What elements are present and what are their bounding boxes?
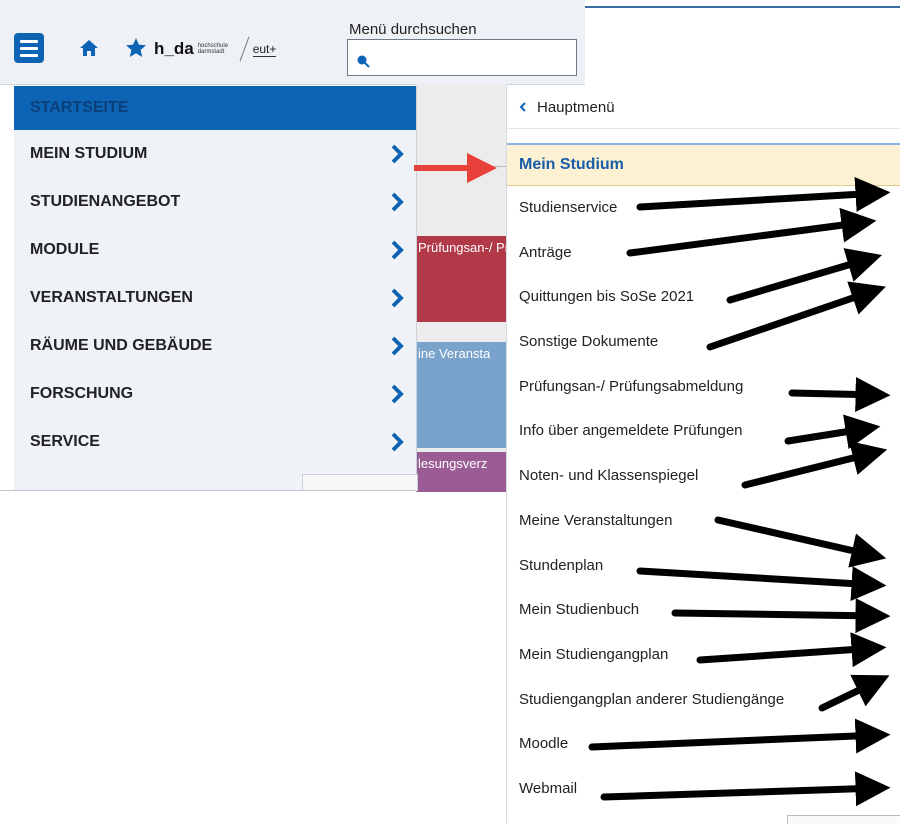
eut-logo: eut+ [252,41,277,57]
submenu-item-sonstige-dokumente[interactable]: Sonstige Dokumente [507,320,900,365]
menu-item-label: MEIN STUDIUM [30,145,148,162]
chevron-right-icon [391,336,404,356]
submenu-item-pruefungsanmeldung[interactable]: Prüfungsan-/ Prüfungsabmeldung [507,365,900,410]
background-divider [416,166,506,167]
submenu-item-quittungen[interactable]: Quittungen bis SoSe 2021 [507,275,900,320]
menu-item-label: VERANSTALTUNGEN [30,289,193,306]
submenu-item-moodle[interactable]: Moodle [507,722,900,767]
main-menu: STARTSEITE MEIN STUDIUM STUDIENANGEBOT M… [14,86,418,491]
submenu-item-antraege[interactable]: Anträge [507,231,900,276]
submenu-item-webmail[interactable]: Webmail [507,767,900,812]
logo-subtitle: hochschule darmstadt [197,43,229,55]
back-label: Hauptmenü [537,98,615,116]
tile-vorlesungsverzeichnis[interactable]: lesungsverz [416,452,506,492]
submenu-item-studiengangplan-andere[interactable]: Studiengangplan anderer Studiengänge [507,678,900,723]
top-header: h_da hochschule darmstadt eut+ Menü durc… [0,0,585,85]
chevron-left-icon [519,102,526,112]
logo-main-text: h_da [154,39,194,58]
back-to-main-menu[interactable]: Hauptmenü [507,86,900,129]
chevron-right-icon [391,192,404,212]
tile-label: lesungsverz [418,456,488,471]
tile-meine-veranstaltungen[interactable]: ine Veransta [416,342,506,448]
menu-bottom-divider [0,490,416,491]
menu-item-label: FORSCHUNG [30,385,134,402]
background-page: Prüfungsan-/ Pr ine Veransta lesungsverz [416,84,506,492]
submenu-item-stundenplan[interactable]: Stundenplan [507,544,900,589]
chevron-right-icon [391,432,404,452]
menu-item-label: MODULE [30,241,100,258]
chevron-right-icon [391,240,404,260]
menu-item-label: RÄUME UND GEBÄUDE [30,337,213,354]
chevron-right-icon [391,384,404,404]
submenu-title-mein-studium[interactable]: Mein Studium [507,143,900,186]
tile-pruefungsanmeldung[interactable]: Prüfungsan-/ Pr [416,236,506,322]
submenu-item-studiengangplan[interactable]: Mein Studiengangplan [507,633,900,678]
menu-footer-tab [302,474,418,491]
submenu-panel: Hauptmenü Mein Studium Studienservice An… [506,86,900,823]
menu-item-label: SERVICE [30,433,100,450]
search-input[interactable] [347,39,577,76]
menu-item-module[interactable]: MODULE [14,226,416,274]
menu-item-label: STUDIENANGEBOT [30,193,181,210]
chevron-right-icon [391,288,404,308]
submenu-item-meine-veranstaltungen[interactable]: Meine Veranstaltungen [507,499,900,544]
menu-item-veranstaltungen[interactable]: VERANSTALTUNGEN [14,274,416,322]
home-icon[interactable] [78,37,100,59]
submenu-item-studienservice[interactable]: Studienservice [507,186,900,231]
search-label: Menü durchsuchen [349,21,477,38]
logo-separator [239,36,250,62]
star-icon[interactable] [124,36,148,60]
submenu-item-info-pruefungen[interactable]: Info über angemeldete Prüfungen [507,409,900,454]
search-icon [357,55,370,68]
menu-item-forschung[interactable]: FORSCHUNG [14,370,416,418]
chevron-right-icon [391,144,404,164]
menu-item-raeume-und-gebaeude[interactable]: RÄUME UND GEBÄUDE [14,322,416,370]
header-accent-line [585,6,900,8]
submenu-item-studienbuch[interactable]: Mein Studienbuch [507,588,900,633]
tile-label: Prüfungsan-/ Pr [418,240,506,255]
menu-toggle-button[interactable] [14,33,44,63]
menu-item-service[interactable]: SERVICE [14,418,416,466]
submenu-item-notenspiegel[interactable]: Noten- und Klassenspiegel [507,454,900,499]
tile-label: ine Veransta [418,346,491,361]
hda-logo[interactable]: h_da hochschule darmstadt eut+ [154,36,277,62]
menu-item-studienangebot[interactable]: STUDIENANGEBOT [14,178,416,226]
menu-item-startseite[interactable]: STARTSEITE [14,86,416,130]
menu-item-mein-studium[interactable]: MEIN STUDIUM [14,130,416,178]
